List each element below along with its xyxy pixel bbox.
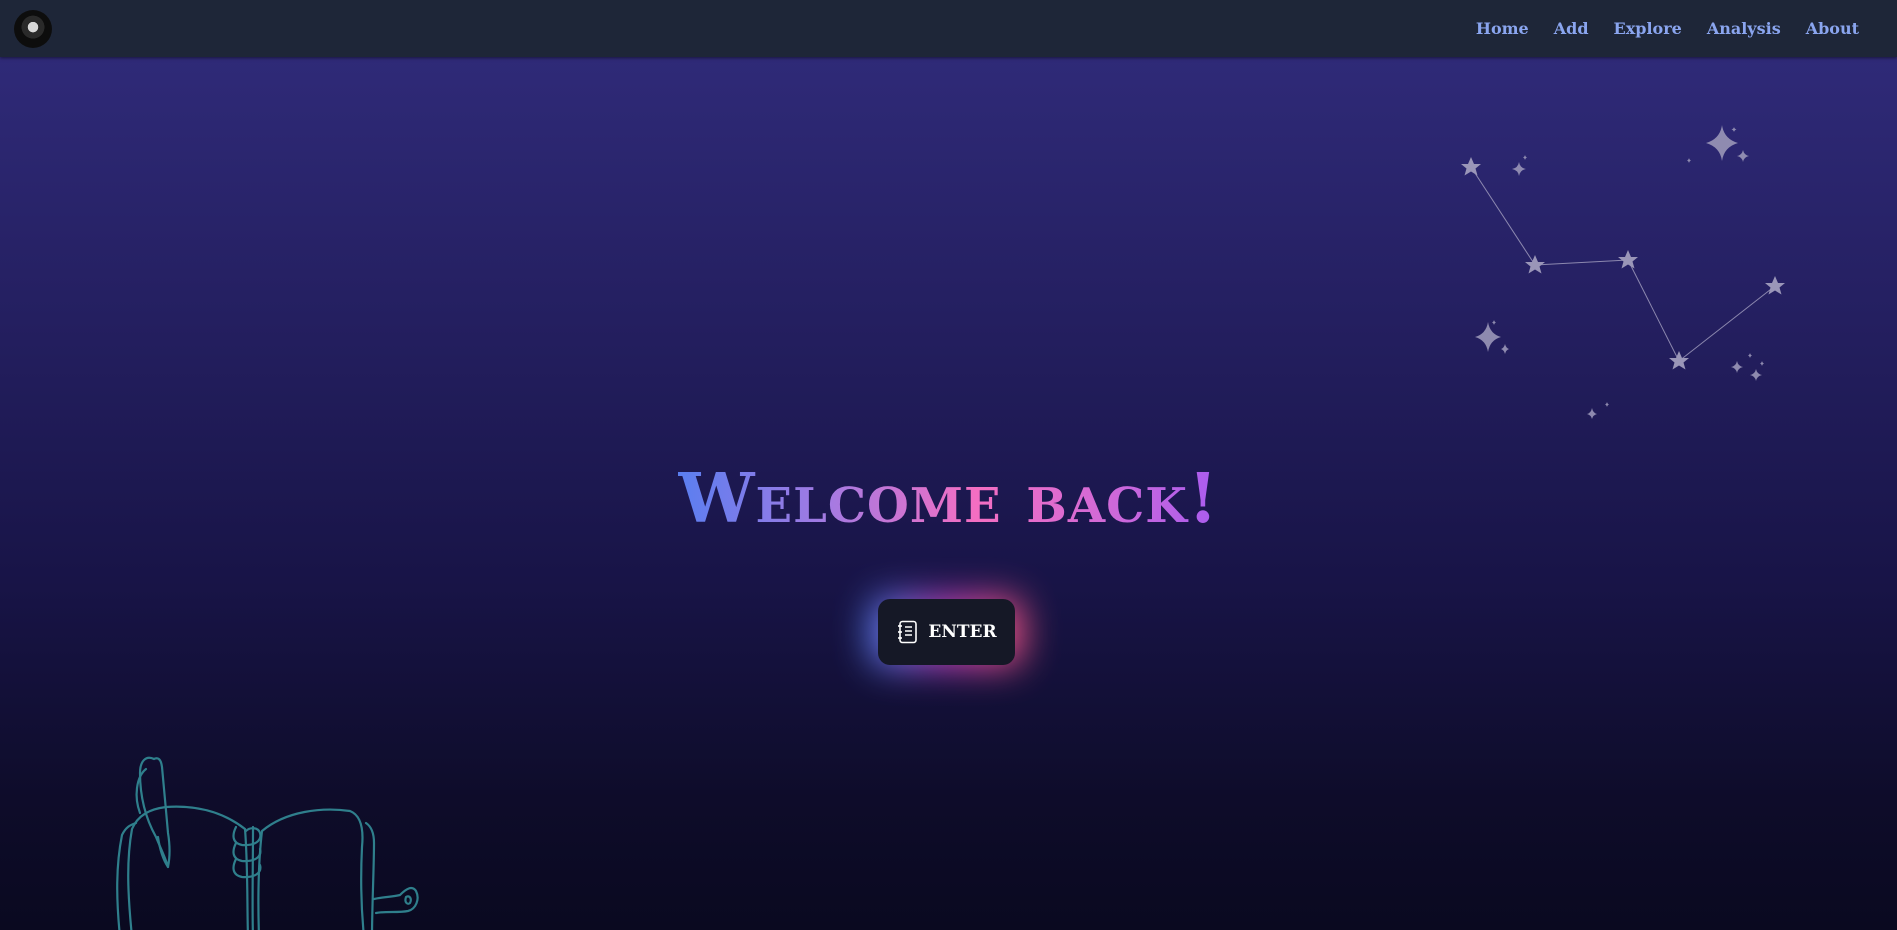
nav-link-home[interactable]: Home [1476, 19, 1529, 38]
enter-button-label: ENTER [928, 622, 997, 642]
hero-section: Welcome back! ENTER [0, 57, 1897, 930]
nav-links: Home Add Explore Analysis About [1476, 0, 1859, 57]
notebook-icon [896, 620, 918, 644]
page-title: Welcome back! [0, 465, 1897, 533]
star-icon [1669, 351, 1689, 370]
star-icon [1525, 255, 1545, 274]
enter-button-wrapper: ENTER [870, 597, 1023, 667]
nav-link-explore[interactable]: Explore [1614, 19, 1682, 38]
avatar[interactable] [14, 10, 52, 48]
open-notebook-doodle-icon [116, 756, 419, 930]
enter-button[interactable]: ENTER [878, 599, 1015, 665]
top-navbar: Home Add Explore Analysis About [0, 0, 1897, 57]
nav-link-about[interactable]: About [1806, 19, 1859, 38]
nav-link-add[interactable]: Add [1554, 19, 1589, 38]
welcome-heading: Welcome back! [678, 459, 1219, 539]
star-icon [1461, 157, 1481, 176]
nav-link-analysis[interactable]: Analysis [1707, 19, 1781, 38]
star-icon [1618, 250, 1638, 269]
